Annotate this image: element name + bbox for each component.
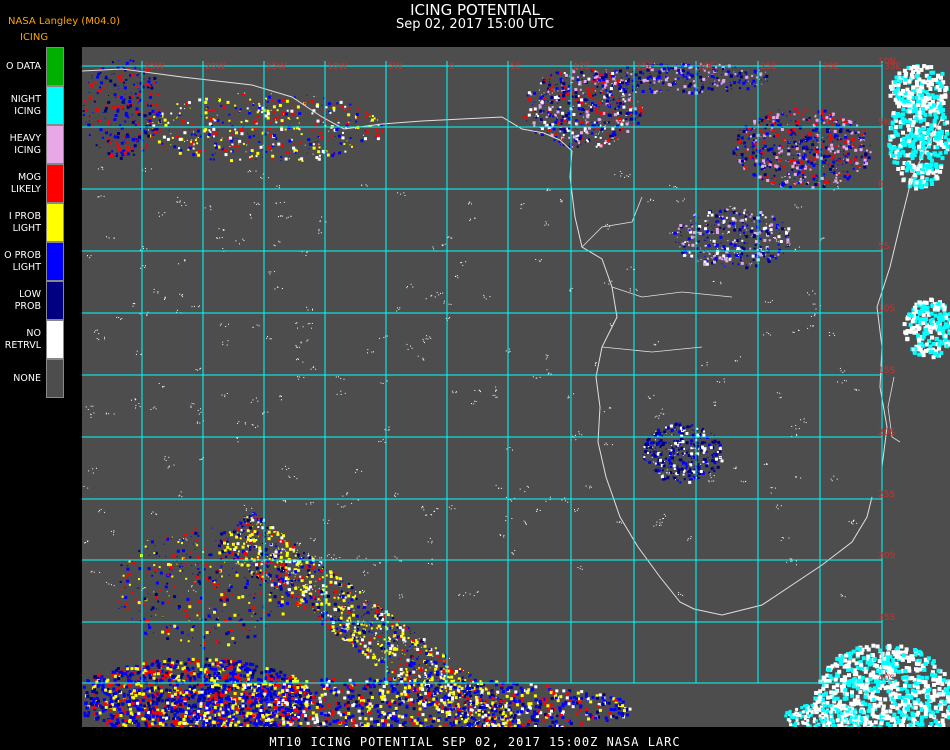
- longitude-label: 25E: [760, 62, 777, 72]
- legend-swatch: [46, 203, 64, 242]
- legend-row: O PROB LIGHT: [0, 242, 65, 281]
- legend-swatch: [46, 359, 64, 398]
- longitude-label: 5E: [510, 62, 522, 72]
- coastline: [82, 68, 943, 616]
- latitude-label: 0: [878, 180, 884, 190]
- map-timestamp: Sep 02, 2017 15:00 UTC: [395, 17, 555, 32]
- legend-row: HEAVY ICING: [0, 125, 65, 164]
- legend-label: HEAVY ICING: [9, 132, 41, 156]
- legend-row: O DATA: [0, 47, 65, 86]
- legend-label: O DATA: [6, 60, 41, 72]
- legend-swatch: [46, 125, 64, 164]
- longitude-label: 10W: [327, 62, 347, 72]
- legend-label: NONE: [13, 372, 41, 384]
- legend-label: NIGHT ICING: [10, 93, 41, 117]
- latitude-label: 25S: [878, 490, 895, 500]
- longitude-label: 15E: [636, 62, 653, 72]
- longitude-label: 15W: [266, 62, 286, 72]
- legend-row: NIGHT ICING: [0, 86, 65, 125]
- border-inland-1: [581, 196, 643, 248]
- latitude-label: 30S: [878, 551, 895, 561]
- longitude-label: 20E: [698, 62, 715, 72]
- icing-map: 25W 20W 15W 10W 5W 0 5E 10E 15E 20E 25E 30E 35E 10N 5N…: [82, 47, 950, 727]
- footer-caption: MT10 ICING POTENTIAL SEP 02, 2017 15:00Z…: [269, 735, 681, 749]
- longitude-label: 10E: [573, 62, 590, 72]
- legend-row: LOW PROB: [0, 281, 65, 320]
- legend-row: MOG LIKELY: [0, 164, 65, 203]
- legend-row: NONE: [0, 359, 65, 398]
- legend-swatch: [46, 320, 64, 359]
- legend-swatch: [46, 86, 64, 125]
- icing-map-canvas: 25W 20W 15W 10W 5W 0 5E 10E 15E 20E 25E 30E 35E10N5N…: [82, 57, 950, 727]
- legend-title: ICING: [20, 32, 49, 43]
- map-title: ICING POTENTIAL: [410, 1, 540, 19]
- latitude-label: 20S: [878, 428, 895, 438]
- legend-label: LOW PROB: [14, 288, 41, 312]
- legend-label: O PROB LIGHT: [4, 249, 41, 273]
- legend-swatch: [46, 47, 64, 86]
- legend-row: I PROB LIGHT: [0, 203, 65, 242]
- legend-swatch: [46, 281, 64, 320]
- latitude-label: 40S: [878, 674, 895, 684]
- legend-label: MOG LIKELY: [10, 171, 41, 195]
- longitude-label: 30E: [822, 62, 839, 72]
- longitude-label: 25W: [144, 62, 164, 72]
- legend-label: NO RETRVL: [4, 327, 41, 351]
- border-inland-3: [601, 346, 703, 353]
- color-legend: O DATA NIGHT ICING HEAVY ICING MOG LIKELY I …: [0, 47, 65, 398]
- longitude-label: 5W: [388, 62, 403, 72]
- latitude-label: 10S: [878, 304, 895, 314]
- legend-row: NO RETRVL: [0, 320, 65, 359]
- latitude-label: 15S: [878, 366, 895, 376]
- product-source-label: NASA Langley (M04.0): [8, 16, 120, 27]
- legend-label: I PROB LIGHT: [8, 210, 41, 234]
- latitude-label: 5S: [878, 242, 890, 252]
- legend-swatch: [46, 164, 64, 203]
- longitude-label: 0: [449, 62, 455, 72]
- latitude-label: 35S: [878, 613, 895, 623]
- longitude-label: 20W: [205, 62, 225, 72]
- latitude-label: 5N: [878, 118, 890, 128]
- latitude-label: 10N: [878, 57, 896, 67]
- legend-swatch: [46, 242, 64, 281]
